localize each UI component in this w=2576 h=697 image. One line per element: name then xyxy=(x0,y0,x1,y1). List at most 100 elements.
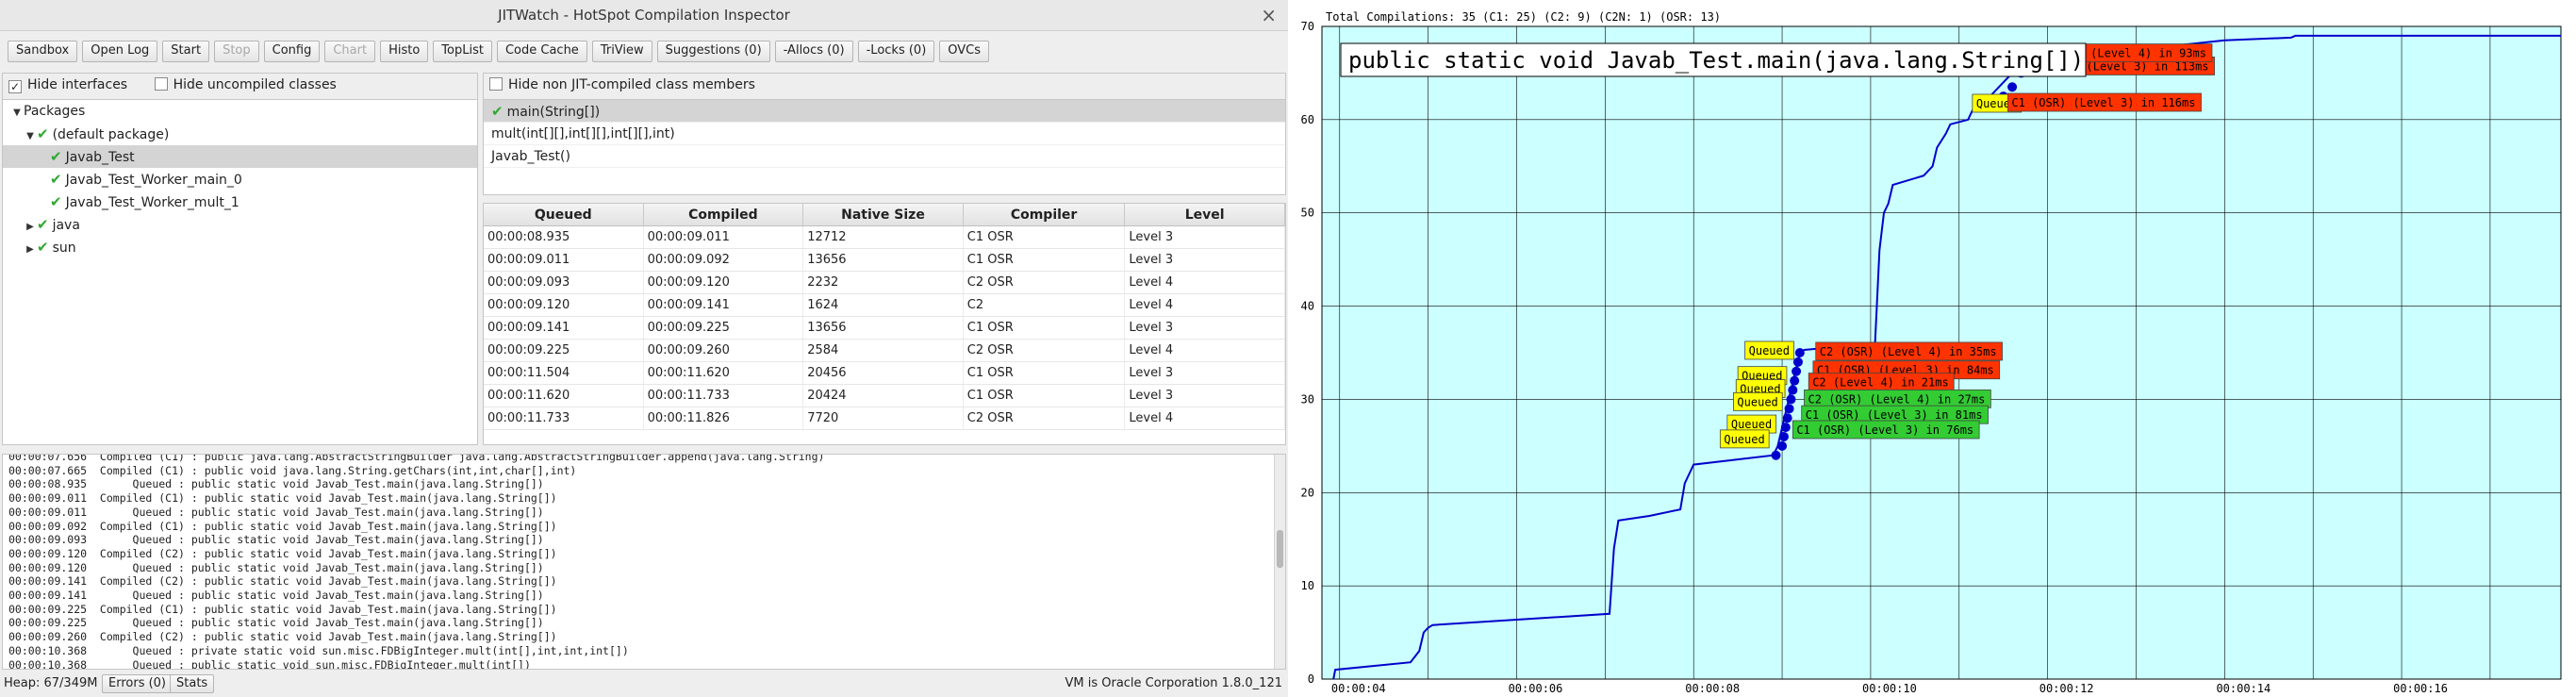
table-cell: 00:00:08.935 xyxy=(484,226,644,248)
table-cell: 00:00:11.620 xyxy=(644,362,804,384)
allocs-0-button[interactable]: -Allocs (0) xyxy=(774,41,853,62)
hide-interfaces-option[interactable]: ✓ Hide interfaces xyxy=(8,77,132,93)
tree-item[interactable]: ▼ Packages xyxy=(3,100,477,123)
tree-item[interactable]: ▼ ✔ (default package) xyxy=(3,123,477,145)
tree-item-label: Javab_Test_Worker_mult_1 xyxy=(65,195,239,210)
expand-down-icon[interactable]: ▼ xyxy=(10,102,24,124)
suggestions-0-button[interactable]: Suggestions (0) xyxy=(656,41,770,62)
table-row[interactable]: 00:00:09.093 00:00:09.120 2232 C2 OSR Level … xyxy=(484,272,1285,294)
heap-status: Heap: 67/349M xyxy=(4,676,98,690)
table-cell: 00:00:09.092 xyxy=(644,249,804,271)
tree-item-label: Javab_Test xyxy=(65,150,135,165)
tree-item[interactable]: ✔ Javab_Test xyxy=(3,145,477,168)
member-label: public static void Javab_Test.main(java.… xyxy=(1348,47,2084,74)
log-scrollbar[interactable] xyxy=(1274,455,1285,669)
stats-button[interactable]: Stats xyxy=(170,674,215,693)
stop-button[interactable]: Stop xyxy=(214,41,259,62)
log-line: 00:00:07.665 Compiled (C1) : public void… xyxy=(8,463,577,477)
toplist-button[interactable]: TopList xyxy=(433,41,492,62)
member-list: ✔ main(String[]) mult(int[][],int[][],int[… xyxy=(484,100,1285,168)
hide-non-jit-option[interactable]: Hide non JIT-compiled class members xyxy=(489,77,755,92)
hide-uncompiled-checkbox[interactable] xyxy=(154,77,168,91)
compilation-marker[interactable] xyxy=(1792,366,1802,376)
x-tick-label: 00:00:16 xyxy=(2393,682,2448,695)
config-button[interactable]: Config xyxy=(263,41,321,62)
table-cell: 00:00:11.733 xyxy=(484,407,644,429)
compilation-marker[interactable] xyxy=(1786,394,1796,405)
hide-non-jit-label: Hide non JIT-compiled class members xyxy=(508,77,755,92)
compilation-marker[interactable] xyxy=(1782,413,1792,423)
compilation-marker[interactable] xyxy=(1778,431,1789,441)
member-item[interactable]: ✔ main(String[]) xyxy=(484,100,1285,123)
x-tick-label: 00:00:12 xyxy=(2039,682,2094,695)
sandbox-button[interactable]: Sandbox xyxy=(8,41,78,62)
tree-item[interactable]: ✔ Javab_Test_Worker_mult_1 xyxy=(3,191,477,213)
compilation-marker[interactable] xyxy=(1792,357,1803,367)
start-button[interactable]: Start xyxy=(162,41,210,62)
column-header[interactable]: Compiler xyxy=(964,204,1126,225)
table-cell: 00:00:09.260 xyxy=(644,340,804,361)
member-item[interactable]: mult(int[][],int[][],int[][],int) xyxy=(484,123,1285,145)
log-line: 00:00:07.656 Compiled (C1) : public java… xyxy=(8,454,825,463)
log-line: 00:00:09.092 Compiled (C1) : public stat… xyxy=(8,519,557,533)
table-cell: Level 3 xyxy=(1125,317,1285,339)
x-tick-label: 00:00:14 xyxy=(2216,682,2271,695)
window-title: JITWatch - HotSpot Compilation Inspector xyxy=(498,7,790,24)
tree-item[interactable]: ✔ Javab_Test_Worker_main_0 xyxy=(3,168,477,191)
tree-item[interactable]: ▶ ✔ sun xyxy=(3,236,477,258)
table-row[interactable]: 00:00:11.504 00:00:11.620 20456 C1 OSR Level… xyxy=(484,362,1285,385)
log-scroll-thumb[interactable] xyxy=(1277,530,1283,568)
compilation-marker[interactable] xyxy=(1777,440,1788,451)
y-tick-label: 0 xyxy=(1308,672,1314,686)
column-header[interactable]: Queued xyxy=(484,204,644,225)
table-cell: 2232 xyxy=(803,272,964,293)
log-line: 00:00:09.120 Compiled (C2) : public stat… xyxy=(8,546,557,560)
tree-item-label: Packages xyxy=(24,104,86,119)
column-header[interactable]: Native Size xyxy=(803,204,964,225)
compilation-marker[interactable] xyxy=(1788,385,1798,395)
compilation-marker[interactable] xyxy=(1790,375,1800,386)
hide-interfaces-checkbox[interactable]: ✓ xyxy=(8,80,22,93)
expand-right-icon[interactable]: ▶ xyxy=(24,239,37,261)
table-cell: 2584 xyxy=(803,340,964,361)
hide-uncompiled-label: Hide uncompiled classes xyxy=(173,77,337,92)
triview-button[interactable]: TriView xyxy=(591,41,652,62)
log-line: 00:00:09.260 Compiled (C2) : public stat… xyxy=(8,630,557,644)
compiled-check-icon: ✔ xyxy=(37,239,49,256)
locks-0-button[interactable]: -Locks (0) xyxy=(857,41,935,62)
table-row[interactable]: 00:00:09.011 00:00:09.092 13656 C1 OSR Level… xyxy=(484,249,1285,272)
open-log-button[interactable]: Open Log xyxy=(82,41,158,62)
compiled-check-icon: ✔ xyxy=(37,125,49,142)
member-item[interactable]: Javab_Test() xyxy=(484,145,1285,168)
code-cache-button[interactable]: Code Cache xyxy=(496,41,587,62)
hide-uncompiled-option[interactable]: Hide uncompiled classes xyxy=(154,77,337,92)
compilation-marker[interactable] xyxy=(2007,82,2018,92)
hide-non-jit-checkbox[interactable] xyxy=(489,77,503,91)
log-panel[interactable]: 00:00:07.656 Compiled (C1) : public java… xyxy=(2,454,1286,670)
column-header[interactable]: Level xyxy=(1125,204,1285,225)
y-tick-label: 30 xyxy=(1301,392,1314,406)
compilation-marker[interactable] xyxy=(1780,423,1791,433)
compile-label: C2 (OSR) (Level 4) in 35ms xyxy=(1820,345,1997,358)
close-icon[interactable]: × xyxy=(1261,4,1277,26)
tree-item[interactable]: ▶ ✔ java xyxy=(3,213,477,236)
chart-button[interactable]: Chart xyxy=(324,41,376,62)
table-row[interactable]: 00:00:11.733 00:00:11.826 7720 C2 OSR Level … xyxy=(484,407,1285,430)
compilation-marker[interactable] xyxy=(1794,348,1805,357)
compilation-table: Queued Compiled Native Size Compiler Level 0… xyxy=(483,203,1286,445)
compilation-marker[interactable] xyxy=(1784,404,1794,414)
table-row[interactable]: 00:00:11.620 00:00:11.733 20424 C1 OSR Level… xyxy=(484,385,1285,407)
ovcs-button[interactable]: OVCs xyxy=(939,41,990,62)
toolbar: Sandbox Open Log Start Stop Config Chart Histo… xyxy=(0,31,1288,73)
table-row[interactable]: 00:00:09.141 00:00:09.225 13656 C1 OSR Level… xyxy=(484,317,1285,340)
table-cell: 00:00:09.225 xyxy=(644,317,804,339)
table-row[interactable]: 00:00:08.935 00:00:09.011 12712 C1 OSR Level… xyxy=(484,226,1285,249)
table-cell: 00:00:09.120 xyxy=(484,294,644,316)
table-row[interactable]: 00:00:09.120 00:00:09.141 1624 C2 Level 4 xyxy=(484,294,1285,317)
compilation-chart: 0 10 20 30 40 50 60 70 00:00:04 00:00:06 00:00:08 0… xyxy=(1301,10,2562,695)
compilation-marker[interactable] xyxy=(1771,450,1781,460)
column-header[interactable]: Compiled xyxy=(644,204,804,225)
errors-button[interactable]: Errors (0) xyxy=(102,674,173,693)
table-row[interactable]: 00:00:09.225 00:00:09.260 2584 C2 OSR Level … xyxy=(484,340,1285,362)
histo-button[interactable]: Histo xyxy=(380,41,429,62)
